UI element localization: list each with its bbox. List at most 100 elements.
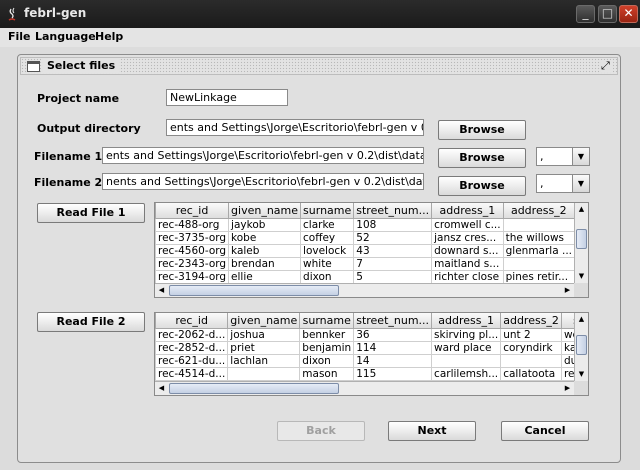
table-cell[interactable]: 5 xyxy=(353,269,433,283)
chevron-down-icon[interactable]: ▼ xyxy=(572,175,589,192)
column-header[interactable]: address_1 xyxy=(431,203,504,219)
scroll-thumb[interactable] xyxy=(169,383,339,394)
project-name-input[interactable]: NewLinkage xyxy=(166,89,288,106)
read-file2-button[interactable]: Read File 2 xyxy=(37,312,145,332)
table2-vertical-scrollbar[interactable]: ▲ ▼ xyxy=(574,313,588,381)
table-cell[interactable]: 7 xyxy=(353,256,433,271)
separator2-select[interactable]: , ▼ xyxy=(536,174,590,193)
column-header[interactable]: address_2 xyxy=(500,313,562,329)
table-cell[interactable]: rec-3194-org xyxy=(155,269,230,283)
maximize-button[interactable]: □ xyxy=(598,5,617,23)
scroll-down-icon[interactable]: ▼ xyxy=(575,270,588,283)
menu-file[interactable]: File xyxy=(8,30,31,43)
table-row[interactable]: rec-4514-d... mason 115 carlilemsh... callat… xyxy=(155,366,574,381)
table-row[interactable]: rec-4560-org kaleb lovelock 43 downard s... g… xyxy=(155,243,574,258)
menu-help[interactable]: Help xyxy=(95,30,123,43)
column-header[interactable]: street_num... xyxy=(353,313,433,329)
table-cell[interactable]: red h xyxy=(560,366,574,381)
scroll-left-icon[interactable]: ◀ xyxy=(155,382,168,395)
table-cell[interactable]: priet xyxy=(227,340,301,355)
scroll-thumb[interactable] xyxy=(576,335,587,355)
table-cell[interactable]: coryndirk xyxy=(500,340,562,355)
next-button[interactable]: Next xyxy=(388,421,476,441)
table-cell[interactable]: westo xyxy=(560,327,574,342)
table-cell[interactable] xyxy=(502,256,574,271)
filename2-input[interactable]: nents and Settings\Jorge\Escritorio\febr… xyxy=(102,173,424,190)
table-row[interactable]: rec-2343-orgbrendanwhite7maitland s...ca… xyxy=(155,256,574,271)
table-cell[interactable]: ellie xyxy=(228,269,302,283)
table-cell[interactable]: benjamin xyxy=(299,340,355,355)
table-cell[interactable]: 36 xyxy=(353,327,433,342)
output-directory-input[interactable]: ents and Settings\Jorge\Escritorio\febrl… xyxy=(166,119,424,136)
table-cell[interactable]: maitland s... xyxy=(431,256,504,271)
table-cell[interactable]: 108 xyxy=(353,217,433,232)
table-row[interactable]: rec-3194-org ellie dixon 5 richter close pine… xyxy=(155,269,574,283)
scroll-up-icon[interactable]: ▲ xyxy=(575,313,588,326)
table-cell[interactable]: cromwell c... xyxy=(431,217,504,232)
table-cell[interactable]: rec-2062-d... xyxy=(155,327,229,342)
table-cell[interactable]: rec-2343-org xyxy=(155,256,230,271)
chevron-down-icon[interactable]: ▼ xyxy=(572,148,589,165)
close-button[interactable]: ✕ xyxy=(619,5,638,23)
scroll-right-icon[interactable]: ▶ xyxy=(561,284,574,297)
table1-vertical-scrollbar[interactable]: ▲ ▼ xyxy=(574,203,588,283)
column-header[interactable]: surname xyxy=(300,203,355,219)
menu-language[interactable]: Language xyxy=(35,30,96,43)
table-cell[interactable] xyxy=(502,217,574,232)
title-bar[interactable]: febrl-gen _ □ ✕ xyxy=(0,0,640,28)
table-cell[interactable]: callatoota xyxy=(500,366,562,381)
table-cell[interactable]: 115 xyxy=(353,366,433,381)
table2-horizontal-scrollbar[interactable]: ◀ ▶ xyxy=(155,381,574,395)
table-cell[interactable]: jansz cres... xyxy=(431,230,504,245)
table-cell[interactable]: dixon xyxy=(299,353,355,368)
table-cell[interactable]: 114 xyxy=(353,340,433,355)
table-cell[interactable]: pines retir... xyxy=(502,269,574,283)
column-header[interactable]: su xyxy=(560,313,574,329)
frame-title-bar[interactable]: Select files ⤢ xyxy=(20,57,618,75)
table-cell[interactable]: coffey xyxy=(300,230,355,245)
table-cell[interactable]: mason xyxy=(299,366,355,381)
table-cell[interactable]: the willows xyxy=(502,230,574,245)
table-cell[interactable]: dixon xyxy=(300,269,355,283)
table-cell[interactable]: dunlo xyxy=(560,353,574,368)
separator1-select[interactable]: , ▼ xyxy=(536,147,590,166)
column-header[interactable]: rec_id xyxy=(155,313,229,329)
table-cell[interactable]: jaykob xyxy=(228,217,302,232)
table-cell[interactable]: clarke xyxy=(300,217,355,232)
table-cell[interactable] xyxy=(431,353,502,368)
column-header[interactable]: surname xyxy=(299,313,355,329)
table-cell[interactable]: brendan xyxy=(228,256,302,271)
table-cell[interactable]: kaleb xyxy=(228,243,302,258)
browse-output-button[interactable]: Browse xyxy=(438,120,526,140)
table-cell[interactable]: skirving pl... xyxy=(431,327,502,342)
table-cell[interactable] xyxy=(227,366,301,381)
column-header[interactable]: given_name xyxy=(228,203,302,219)
table-cell[interactable]: white xyxy=(300,256,355,271)
table-cell[interactable]: rec-4560-org xyxy=(155,243,230,258)
table-cell[interactable] xyxy=(500,353,562,368)
minimize-button[interactable]: _ xyxy=(576,5,595,23)
back-button[interactable]: Back xyxy=(277,421,365,441)
table-cell[interactable]: rec-2852-d... xyxy=(155,340,229,355)
table-cell[interactable]: 43 xyxy=(353,243,433,258)
scroll-left-icon[interactable]: ◀ xyxy=(155,284,168,297)
table-row[interactable]: rec-2062-d... joshua bennker 36 skirving pl.… xyxy=(155,327,574,342)
table-cell[interactable]: kamb xyxy=(560,340,574,355)
column-header[interactable]: rec_id xyxy=(155,203,230,219)
table-cell[interactable]: carlilemsh... xyxy=(431,366,502,381)
table-cell[interactable]: downard s... xyxy=(431,243,504,258)
table-cell[interactable]: bennker xyxy=(299,327,355,342)
table-cell[interactable]: joshua xyxy=(227,327,301,342)
table-cell[interactable]: rec-3735-org xyxy=(155,230,230,245)
table-cell[interactable]: rec-488-org xyxy=(155,217,230,232)
table-cell[interactable]: ward place xyxy=(431,340,502,355)
filename1-input[interactable]: ents and Settings\Jorge\Escritorio\febrl… xyxy=(102,147,424,164)
read-file1-button[interactable]: Read File 1 xyxy=(37,203,145,223)
expand-icon[interactable]: ⤢ xyxy=(601,60,613,72)
table-cell[interactable]: 14 xyxy=(353,353,433,368)
column-header[interactable]: given_name xyxy=(227,313,301,329)
scroll-thumb[interactable] xyxy=(169,285,339,296)
table-cell[interactable]: rec-621-du... xyxy=(155,353,229,368)
table-cell[interactable]: 52 xyxy=(353,230,433,245)
scroll-right-icon[interactable]: ▶ xyxy=(561,382,574,395)
